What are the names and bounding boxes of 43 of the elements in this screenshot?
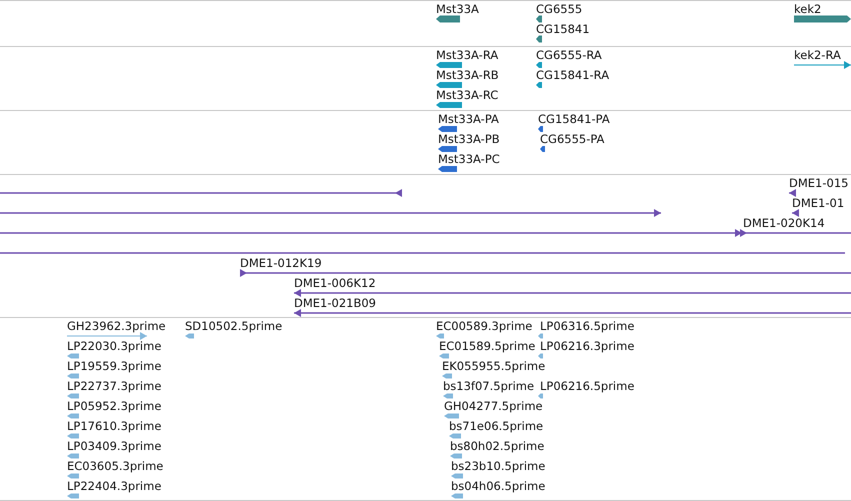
feature-label: Mst33A-PA	[438, 112, 499, 126]
feature-label: Mst33A-PB	[438, 132, 500, 146]
feature-label: bs13f07.5prime	[443, 379, 534, 393]
feature-label: EK055955.5prime	[442, 359, 546, 373]
feature-label: CG6555-RA	[536, 48, 602, 62]
feature-label: Mst33A	[436, 2, 479, 16]
feature-label: kek2-RA	[794, 48, 841, 62]
feature-label: LP17610.3prime	[67, 419, 162, 433]
feature-label: Mst33A-RA	[436, 48, 498, 62]
feature-label: DME1-015	[789, 176, 848, 190]
feature-label: GH04277.5prime	[444, 399, 543, 413]
feature-label: LP03409.3prime	[67, 439, 162, 453]
feature-label: LP19559.3prime	[67, 359, 162, 373]
feature-label: GH23962.3prime	[67, 319, 166, 333]
feature-label: LP06316.5prime	[540, 319, 634, 333]
feature-label: LP06216.5prime	[540, 379, 634, 393]
feature-label: LP06216.3prime	[540, 339, 634, 353]
feature-label: CG6555-PA	[540, 132, 604, 146]
feature-label: LP05952.3prime	[67, 399, 162, 413]
feature-label: CG15841	[536, 22, 590, 36]
feature-label: DME1-01	[792, 196, 844, 210]
feature-label: Mst33A-RC	[436, 88, 498, 102]
feature-label: LP22404.3prime	[67, 479, 162, 493]
feature-label: EC03605.3prime	[67, 459, 164, 473]
feature-label: CG15841-RA	[536, 68, 610, 82]
feature-label: DME1-020K14	[743, 216, 825, 230]
feature-label: CG15841-PA	[538, 112, 610, 126]
feature-label: CG6555	[536, 2, 582, 16]
feature-label: DME1-006K12	[294, 276, 376, 290]
feature-label: bs23b10.5prime	[451, 459, 546, 473]
feature-label: Mst33A-PC	[438, 152, 500, 166]
feature-label: bs04h06.5prime	[451, 479, 546, 493]
feature-label: EC00589.3prime	[436, 319, 532, 333]
feature-label: EC01589.5prime	[439, 339, 536, 353]
feature-label: LP22737.3prime	[67, 379, 162, 393]
feature-label: LP22030.3prime	[67, 339, 162, 353]
feature-label: bs71e06.5prime	[449, 419, 544, 433]
feature-label: Mst33A-RB	[436, 68, 499, 82]
feature-label: DME1-012K19	[240, 256, 322, 270]
feature-label: kek2	[794, 2, 822, 16]
feature-label: DME1-021B09	[294, 296, 376, 310]
feature-label: bs80h02.5prime	[450, 439, 544, 453]
feature-label: SD10502.5prime	[185, 319, 282, 333]
